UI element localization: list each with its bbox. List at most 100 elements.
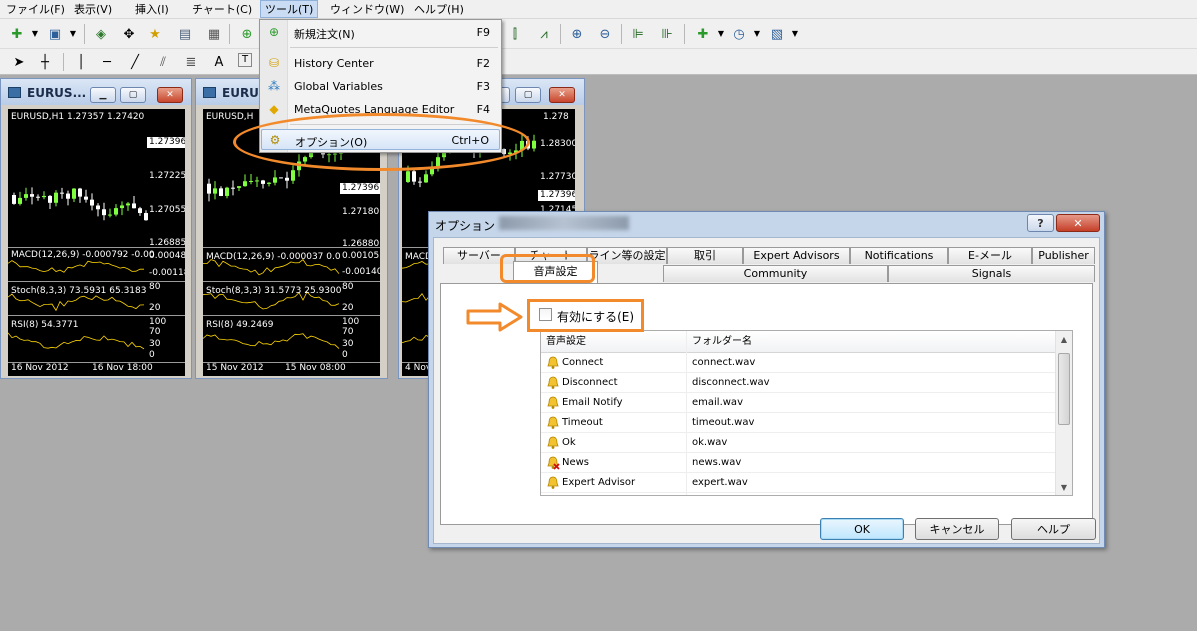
list-item[interactable]: Email Notify email.wav (541, 393, 1056, 413)
sound-event-name: News (562, 457, 590, 468)
dropdown-arrow-icon[interactable]: ▼ (64, 25, 82, 43)
ok-button[interactable]: OK (820, 518, 904, 540)
tester-icon[interactable]: ▦ (205, 25, 223, 43)
crosshair-icon[interactable]: ┼ (36, 53, 54, 71)
close-button[interactable]: ✕ (157, 87, 183, 103)
data-window-icon[interactable]: ✥ (120, 25, 138, 43)
trendline-icon[interactable]: ╱ (126, 53, 144, 71)
chart-window-icon (8, 87, 21, 98)
close-button[interactable]: ✕ (549, 87, 575, 103)
candlestick-icon[interactable]: ⫿ (506, 25, 524, 43)
tab-trade[interactable]: 取引 (667, 247, 743, 264)
minimize-button[interactable]: ▁ (90, 87, 116, 103)
tab-publisher[interactable]: Publisher (1032, 247, 1095, 264)
menu-help[interactable]: ヘルプ(H) (412, 2, 466, 17)
candle-body (249, 180, 253, 182)
indicator-line (8, 332, 145, 350)
chart-titlebar[interactable]: EURUS... ▁ ▢ ✕ (1, 79, 191, 105)
sound-event-name: Expert Advisor (562, 477, 636, 488)
menu-chart[interactable]: チャート(C) (190, 2, 254, 17)
rsi-label: RSI(8) 54.3771 (11, 320, 79, 330)
macd-scale-bottom: -0.00140 (342, 267, 380, 277)
list-item[interactable]: News news.wav (541, 453, 1056, 473)
new-order-toolbar-icon[interactable]: ⊕ (238, 25, 256, 43)
help-button[interactable]: ヘルプ (1011, 518, 1096, 540)
profiles-icon[interactable]: ▣ (46, 25, 64, 43)
zoom-in-icon[interactable]: ⊕ (568, 25, 586, 43)
auto-scroll-icon[interactable]: ⊫ (629, 25, 647, 43)
vertical-line-icon[interactable]: │ (72, 53, 90, 71)
date-label-start: 15 Nov 2012 (206, 363, 264, 373)
line-chart-icon[interactable]: ⩘ (535, 25, 553, 43)
menu-item-history-center[interactable]: ⛁ History Center F2 (261, 53, 500, 74)
candle-body (237, 186, 241, 188)
sound-events-list[interactable]: 音声設定 フォルダー名 Connect connect.wav Disconnect… (540, 330, 1073, 496)
tab-signals[interactable]: Signals (888, 265, 1095, 282)
dropdown-arrow-icon[interactable]: ▼ (26, 25, 44, 43)
column-header-file[interactable]: フォルダー名 (687, 331, 1056, 353)
stoch-scale-top: 80 (342, 282, 354, 292)
list-item[interactable]: Expert Advisor expert.wav (541, 473, 1056, 493)
scroll-up-icon[interactable]: ▲ (1056, 331, 1072, 347)
list-scrollbar[interactable]: ▲ ▼ (1055, 331, 1072, 495)
zoom-out-icon[interactable]: ⊖ (596, 25, 614, 43)
candle-body (418, 181, 422, 183)
menu-item-global-variables[interactable]: ⁂ Global Variables F3 (261, 76, 500, 97)
channel-icon[interactable]: ⫽ (154, 53, 172, 71)
list-item[interactable]: Connect connect.wav (541, 353, 1056, 373)
candle-body (255, 180, 259, 182)
price-scale-label: 1.27225 (149, 171, 185, 181)
chart-window-icon (203, 87, 216, 98)
indicators-icon[interactable]: ✚ (694, 25, 712, 43)
list-item[interactable]: Ok ok.wav (541, 433, 1056, 453)
chart-canvas[interactable]: EURUSD,H1 1.27357 1.27420 1.27396 1.2722… (8, 109, 185, 376)
metaeditor-icon: ◆ (269, 102, 279, 116)
periods-icon[interactable]: ◷ (730, 25, 748, 43)
text-label-icon[interactable]: T (238, 53, 252, 67)
tab-expert-advisors[interactable]: Expert Advisors (743, 247, 850, 264)
templates-icon[interactable]: ▧ (768, 25, 786, 43)
maximize-button[interactable]: ▢ (120, 87, 146, 103)
dialog-close-button[interactable]: ✕ (1056, 214, 1100, 232)
dialog-title: オプション (435, 219, 496, 233)
dropdown-arrow-icon[interactable]: ▼ (786, 25, 804, 43)
dropdown-arrow-icon[interactable]: ▼ (712, 25, 730, 43)
candle-body (225, 187, 229, 196)
list-item[interactable]: Timeout timeout.wav (541, 413, 1056, 433)
horizontal-line-icon[interactable]: ─ (98, 53, 116, 71)
maximize-button[interactable]: ▢ (515, 87, 541, 103)
sound-file-name: email.wav (692, 397, 743, 408)
candle-body (231, 187, 235, 189)
dialog-help-button[interactable]: ? (1027, 214, 1054, 232)
menu-window[interactable]: ウィンドウ(W) (328, 2, 406, 17)
column-header-event[interactable]: 音声設定 (541, 331, 686, 353)
tab-objects[interactable]: ライン等の設定 (587, 247, 667, 264)
sound-file-name: timeout.wav (692, 417, 755, 428)
chart-shift-icon[interactable]: ⊪ (658, 25, 676, 43)
text-tool-icon[interactable]: A (210, 53, 228, 71)
sound-file-name: expert.wav (692, 477, 748, 488)
candle-body (66, 193, 70, 199)
menu-insert[interactable]: 挿入(I) (133, 2, 171, 17)
list-item[interactable]: Disconnect disconnect.wav (541, 373, 1056, 393)
dropdown-arrow-icon[interactable]: ▼ (748, 25, 766, 43)
stoch-scale-bottom: 20 (342, 303, 354, 313)
terminal-icon[interactable]: ▤ (176, 25, 194, 43)
tab-notifications[interactable]: Notifications (850, 247, 948, 264)
menu-view[interactable]: 表示(V) (72, 2, 114, 17)
menu-tools[interactable]: ツール(T) (260, 0, 319, 18)
scroll-thumb[interactable] (1058, 353, 1070, 425)
new-chart-icon[interactable]: ✚ (8, 25, 26, 43)
menu-item-new-order[interactable]: ⊕ 新規注文(N) F9 (261, 22, 500, 43)
chart-window-1[interactable]: EURUS... ▁ ▢ ✕ EURUSD,H1 1.27357 1.27420… (0, 78, 192, 379)
menu-file[interactable]: ファイル(F) (4, 2, 67, 17)
cancel-button[interactable]: キャンセル (915, 518, 999, 540)
tab-community[interactable]: Community (663, 265, 888, 282)
tab-email[interactable]: E-メール (948, 247, 1032, 264)
fibonacci-icon[interactable]: ≣ (182, 53, 200, 71)
navigator-icon[interactable]: ★ (146, 25, 164, 43)
list-header: 音声設定 フォルダー名 (541, 331, 1056, 353)
cursor-icon[interactable]: ➤ (10, 53, 28, 71)
scroll-down-icon[interactable]: ▼ (1056, 479, 1072, 495)
market-watch-icon[interactable]: ◈ (92, 25, 110, 43)
